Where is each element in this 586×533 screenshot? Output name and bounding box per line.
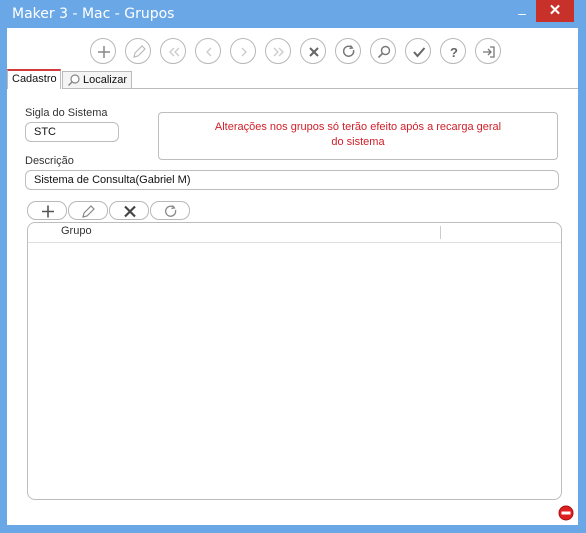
- search-button[interactable]: [370, 38, 396, 64]
- grid-add-button[interactable]: [27, 201, 67, 220]
- add-icon: [42, 205, 54, 218]
- next-record-icon: [241, 47, 247, 57]
- sigla-label: Sigla do Sistema: [25, 107, 108, 119]
- add-button[interactable]: [90, 38, 116, 64]
- notice-box: Alterações nos grupos só terão efeito ap…: [158, 112, 558, 160]
- tab-localizar[interactable]: Localizar: [62, 71, 132, 89]
- tab-divider: [125, 88, 578, 89]
- groups-grid[interactable]: Grupo: [27, 222, 562, 500]
- confirm-icon: [413, 47, 426, 58]
- close-button[interactable]: ✕: [536, 0, 574, 22]
- notice-line-2: do sistema: [331, 136, 385, 148]
- first-record-button[interactable]: [160, 38, 186, 64]
- delete-button[interactable]: [300, 38, 326, 64]
- column-separator[interactable]: [440, 226, 441, 239]
- tab-cadastro[interactable]: Cadastro: [7, 69, 61, 89]
- edit-icon: [82, 205, 95, 218]
- search-icon: [377, 45, 391, 59]
- previous-record-icon: [206, 47, 212, 57]
- app-window: Maker 3 - Mac - Grupos – ✕ ? Cadastro Lo…: [0, 0, 586, 533]
- first-record-icon: [169, 47, 180, 57]
- tab-strip: Cadastro Localizar: [7, 69, 578, 89]
- help-button[interactable]: ?: [440, 38, 466, 64]
- edit-icon: [133, 45, 146, 58]
- sigla-field[interactable]: STC: [25, 122, 119, 142]
- minimize-button[interactable]: –: [507, 2, 537, 24]
- previous-record-button[interactable]: [195, 38, 221, 64]
- grid-delete-button[interactable]: [109, 201, 149, 220]
- title-bar[interactable]: Maker 3 - Mac - Grupos – ✕: [0, 0, 586, 28]
- grid-header: Grupo: [28, 223, 561, 243]
- refresh-icon: [165, 205, 177, 217]
- last-record-button[interactable]: [265, 38, 291, 64]
- refresh-button[interactable]: [335, 38, 361, 64]
- descricao-field[interactable]: Sistema de Consulta(Gabriel M): [25, 170, 559, 190]
- last-record-icon: [273, 47, 284, 57]
- delete-icon: [124, 205, 136, 218]
- grid-refresh-button[interactable]: [150, 201, 190, 220]
- tab-localizar-label: Localizar: [83, 74, 128, 86]
- add-icon: [98, 46, 110, 58]
- confirm-button[interactable]: [405, 38, 431, 64]
- exit-icon: [483, 46, 495, 58]
- exit-button[interactable]: [475, 38, 501, 64]
- tab-cadastro-label: Cadastro: [12, 73, 57, 85]
- svg-text:?: ?: [450, 45, 458, 60]
- delete-icon: [309, 47, 319, 57]
- descricao-label: Descrição: [25, 155, 74, 167]
- next-record-button[interactable]: [230, 38, 256, 64]
- notice-line-1: Alterações nos grupos só terão efeito ap…: [214, 121, 502, 133]
- edit-button[interactable]: [125, 38, 151, 64]
- magnifier-icon: [67, 74, 80, 87]
- column-header-grupo[interactable]: Grupo: [61, 225, 92, 237]
- grid-edit-button[interactable]: [68, 201, 108, 220]
- window-title: Maker 3 - Mac - Grupos: [12, 6, 175, 22]
- help-icon: ?: [450, 45, 458, 60]
- stop-icon[interactable]: [558, 505, 574, 521]
- refresh-icon: [342, 45, 355, 57]
